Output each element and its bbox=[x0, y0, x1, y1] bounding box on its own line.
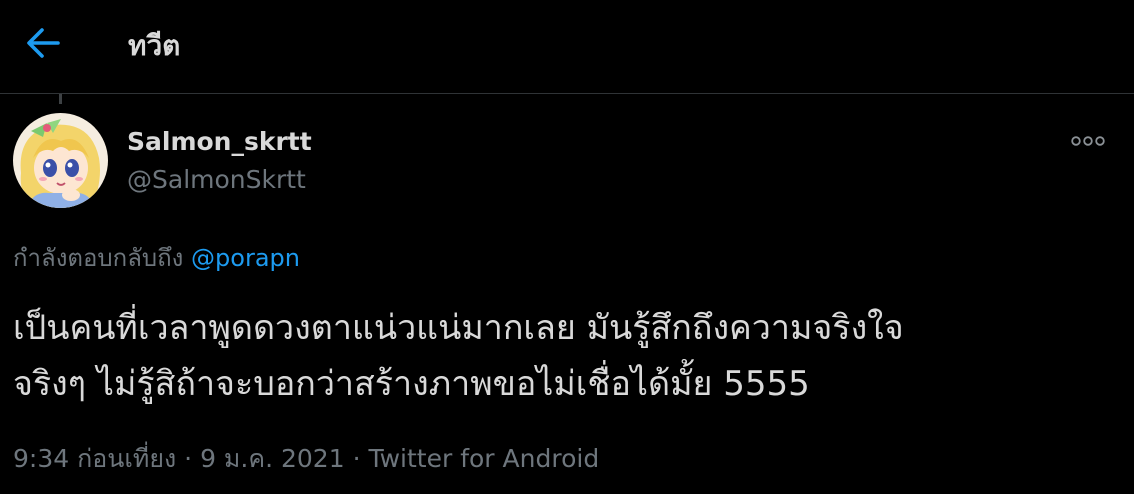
tweet-text-line: เป็นคนที่เวลาพูดดวงตาแน่วแน่มากเลย มันรู… bbox=[13, 308, 904, 348]
author-display-name[interactable]: Salmon_skrtt bbox=[127, 124, 312, 160]
avatar-image bbox=[13, 113, 108, 208]
thread-connector bbox=[59, 94, 62, 104]
back-button[interactable] bbox=[20, 24, 64, 62]
author-handle[interactable]: @SalmonSkrtt bbox=[127, 162, 306, 198]
page-title: ทวีต bbox=[128, 29, 181, 62]
tweet-metadata: 9:34 ก่อนเที่ยง · 9 ม.ค. 2021 · Twitter … bbox=[13, 441, 599, 477]
arrow-left-icon bbox=[27, 28, 60, 58]
meta-separator: · bbox=[184, 444, 193, 473]
meta-separator: · bbox=[352, 444, 361, 473]
mention-link[interactable]: @porapn bbox=[191, 244, 300, 272]
tweet-date[interactable]: 9 ม.ค. 2021 bbox=[200, 444, 345, 473]
replying-to-label: กำลังตอบกลับถึง bbox=[13, 244, 184, 272]
tweet-time[interactable]: 9:34 ก่อนเที่ยง bbox=[13, 444, 176, 473]
top-bar: ทวีต bbox=[0, 0, 1134, 94]
more-horizontal-icon bbox=[1071, 136, 1105, 146]
more-options-button[interactable] bbox=[1068, 128, 1110, 154]
avatar[interactable] bbox=[13, 113, 108, 208]
replying-to: กำลังตอบกลับถึง @porapn bbox=[13, 240, 300, 276]
tweet-text: เป็นคนที่เวลาพูดดวงตาแน่วแน่มากเลย มันรู… bbox=[13, 300, 1123, 412]
tweet-source[interactable]: Twitter for Android bbox=[368, 444, 599, 473]
tweet-text-line: จริงๆ ไม่รู้สิถ้าจะบอกว่าสร้างภาพขอไม่เช… bbox=[13, 364, 810, 404]
